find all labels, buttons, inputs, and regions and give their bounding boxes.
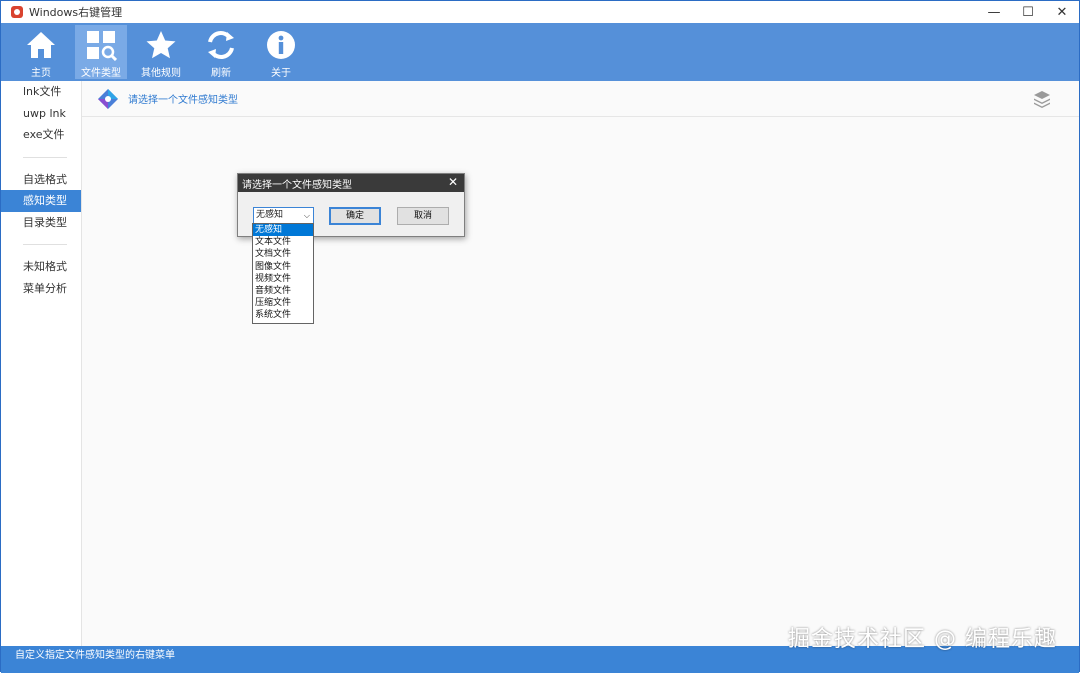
- sidebar-item-uwp-lnk[interactable]: uwp lnk: [1, 103, 81, 125]
- dialog-title: 请选择一个文件感知类型: [242, 179, 352, 191]
- toolbar-refresh-label: 刷新: [211, 68, 231, 79]
- content-header-text: 请选择一个文件感知类型: [128, 95, 238, 106]
- dropdown-option[interactable]: 文档文件: [253, 248, 313, 260]
- app-window: Windows右键管理 — ☐ ✕ 主页 文件类型 其他规则 刷新 关于 lnk…: [0, 0, 1080, 673]
- sidebar-item-exe[interactable]: exe文件: [1, 124, 81, 146]
- cancel-button[interactable]: 取消: [397, 207, 449, 225]
- dropdown-option[interactable]: 文本文件: [253, 236, 313, 248]
- sidebar-item-unknown-format[interactable]: 未知格式: [1, 256, 81, 278]
- toolbar-file-types-label: 文件类型: [81, 68, 121, 79]
- minimize-button[interactable]: —: [977, 1, 1011, 23]
- select-value: 无感知: [256, 210, 284, 220]
- toolbar-home-label: 主页: [31, 68, 51, 79]
- sidebar-divider: [23, 244, 67, 245]
- toolbar-about-button[interactable]: 关于: [255, 25, 307, 79]
- window-title: Windows右键管理: [29, 6, 123, 19]
- sidebar-item-directory-type[interactable]: 目录类型: [1, 212, 81, 234]
- file-types-icon: [87, 31, 117, 61]
- refresh-icon: [208, 31, 234, 59]
- sidebar-item-custom-format[interactable]: 自选格式: [1, 169, 81, 191]
- dropdown-option[interactable]: 无感知: [253, 224, 313, 237]
- sidebar-item-lnk[interactable]: lnk文件: [1, 81, 81, 103]
- app-logo-icon: [11, 6, 23, 18]
- dropdown-option[interactable]: 系统文件: [253, 309, 313, 321]
- main-content: 请选择一个文件感知类型: [82, 81, 1079, 646]
- dropdown-option[interactable]: 压缩文件: [253, 297, 313, 309]
- toolbar-other-rules-label: 其他规则: [141, 68, 181, 79]
- sidebar-item-menu-analysis[interactable]: 菜单分析: [1, 278, 81, 300]
- content-header[interactable]: 请选择一个文件感知类型: [82, 81, 1079, 117]
- dialog-close-icon[interactable]: ✕: [448, 175, 458, 189]
- perceived-type-dropdown: 无感知 文本文件 文档文件 图像文件 视频文件 音频文件 压缩文件 系统文件: [252, 223, 314, 324]
- toolbar-file-types-button[interactable]: 文件类型: [75, 25, 127, 79]
- toolbar-refresh-button[interactable]: 刷新: [195, 25, 247, 79]
- toolbar-home-button[interactable]: 主页: [15, 25, 67, 79]
- sidebar-divider: [23, 156, 67, 158]
- chevron-down-icon: ⌵: [303, 211, 310, 220]
- sidebar: lnk文件 uwp lnk exe文件 自选格式 感知类型 目录类型 未知格式 …: [1, 81, 82, 646]
- dialog-title-bar: 请选择一个文件感知类型 ✕: [238, 174, 464, 192]
- close-button[interactable]: ✕: [1045, 1, 1079, 23]
- ok-button[interactable]: 确定: [329, 207, 381, 225]
- info-icon: [267, 31, 295, 59]
- star-icon: [146, 31, 176, 59]
- toolbar-about-label: 关于: [271, 68, 291, 79]
- perceived-type-icon: [98, 88, 118, 109]
- sidebar-item-perceived-type[interactable]: 感知类型: [1, 190, 81, 212]
- dropdown-option[interactable]: 视频文件: [253, 273, 313, 285]
- perceived-type-select[interactable]: 无感知 ⌵: [253, 207, 314, 224]
- title-bar: Windows右键管理 — ☐ ✕: [1, 1, 1079, 23]
- window-controls: — ☐ ✕: [977, 1, 1079, 23]
- layers-icon[interactable]: [1033, 90, 1051, 108]
- dropdown-option[interactable]: 音频文件: [253, 285, 313, 297]
- home-icon: [27, 32, 55, 58]
- dropdown-option[interactable]: 图像文件: [253, 261, 313, 273]
- watermark: 掘金技术社区 @ 编程乐趣: [788, 627, 1057, 652]
- maximize-button[interactable]: ☐: [1011, 1, 1045, 23]
- main-toolbar: 主页 文件类型 其他规则 刷新 关于: [1, 23, 1079, 81]
- toolbar-other-rules-button[interactable]: 其他规则: [135, 25, 187, 79]
